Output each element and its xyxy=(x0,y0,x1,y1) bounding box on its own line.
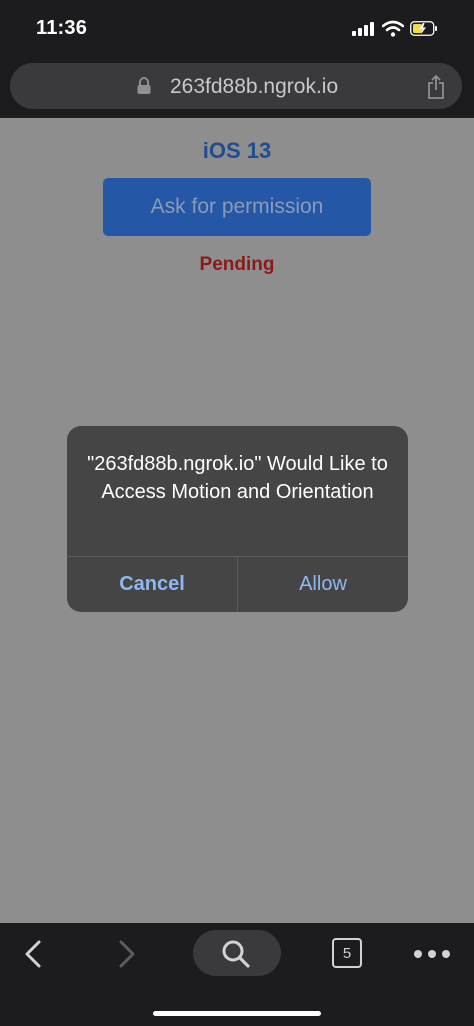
permission-status: Pending xyxy=(199,254,275,275)
address-bar[interactable]: 263fd88b.ngrok.io xyxy=(10,63,462,109)
address-area: 263fd88b.ngrok.io xyxy=(0,58,474,118)
signal-icon xyxy=(352,22,374,36)
cancel-button[interactable]: Cancel xyxy=(67,557,237,612)
search-icon xyxy=(222,940,250,968)
more-icon[interactable] xyxy=(414,950,450,958)
alert-message: "263fd88b.ngrok.io" Would Like to Access… xyxy=(87,453,388,503)
browser-toolbar: 5 xyxy=(0,923,474,1026)
status-icons xyxy=(342,18,452,42)
permission-alert: "263fd88b.ngrok.io" Would Like to Access… xyxy=(67,426,408,612)
battery-icon xyxy=(410,21,437,36)
tabs-icon[interactable]: 5 xyxy=(332,938,362,968)
url-text[interactable]: 263fd88b.ngrok.io xyxy=(170,75,338,99)
search-button[interactable] xyxy=(193,930,281,976)
wifi-icon xyxy=(382,20,404,37)
lock-icon xyxy=(137,77,151,94)
ask-permission-button[interactable]: Ask for permission xyxy=(103,178,371,236)
page-title: iOS 13 xyxy=(202,138,272,163)
status-time: 11:36 xyxy=(36,17,88,39)
share-icon[interactable] xyxy=(426,74,446,100)
forward-icon[interactable] xyxy=(116,939,138,969)
allow-button[interactable]: Allow xyxy=(238,557,408,612)
status-bar: 11:36 xyxy=(0,0,474,58)
back-icon[interactable] xyxy=(22,939,44,969)
home-indicator xyxy=(153,1011,321,1016)
